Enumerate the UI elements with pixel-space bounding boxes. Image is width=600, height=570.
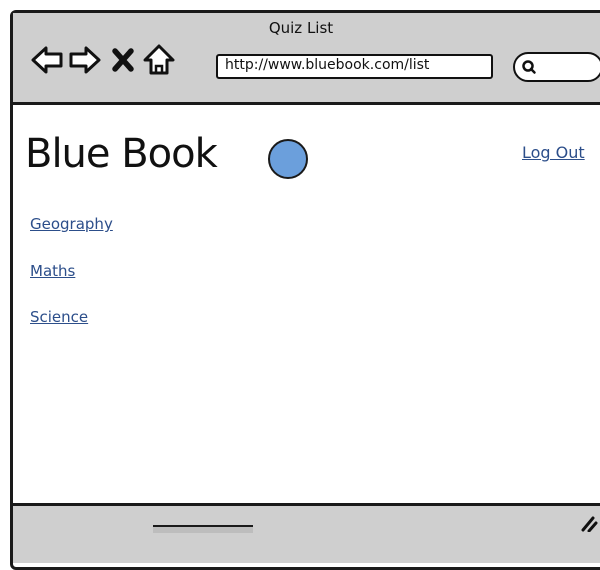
- home-icon[interactable]: [142, 43, 176, 77]
- browser-window: Quiz List http://www.bluebook.com/list B…: [10, 10, 600, 570]
- forward-icon[interactable]: [68, 43, 102, 77]
- logo-circle: [268, 139, 308, 179]
- window-title: Quiz List: [268, 19, 334, 37]
- brand-title: Blue Book: [25, 131, 218, 177]
- status-indicator: [153, 525, 253, 533]
- address-bar[interactable]: http://www.bluebook.com/list: [216, 54, 493, 79]
- search-icon: [522, 60, 536, 74]
- browser-toolbar: Quiz List http://www.bluebook.com/list: [13, 13, 600, 105]
- search-box[interactable]: [513, 52, 600, 82]
- category-link-maths[interactable]: Maths: [30, 262, 75, 280]
- category-link-science[interactable]: Science: [30, 308, 88, 326]
- status-bar: [13, 503, 600, 563]
- stop-icon[interactable]: [110, 43, 136, 77]
- category-link-geography[interactable]: Geography: [30, 215, 113, 233]
- resize-grip-icon[interactable]: [579, 512, 599, 536]
- back-icon[interactable]: [30, 43, 64, 77]
- logout-link[interactable]: Log Out: [522, 143, 585, 162]
